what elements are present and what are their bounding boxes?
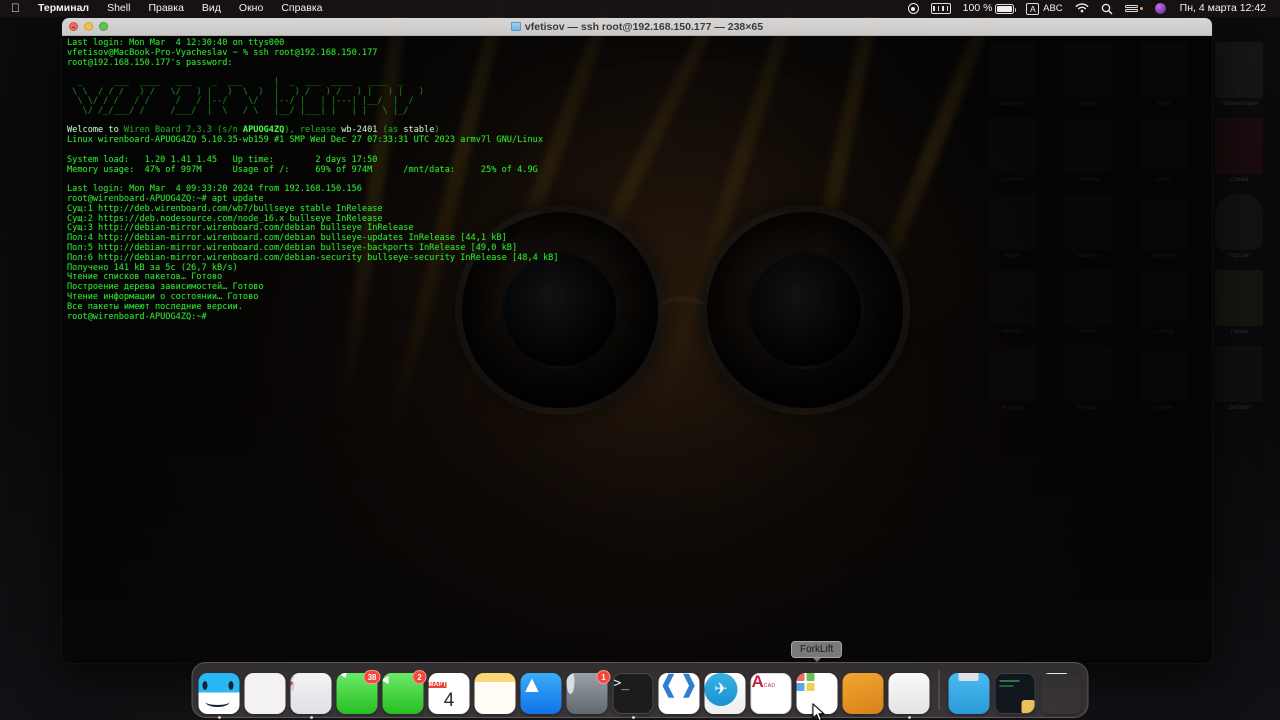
app-store-icon: ▲ bbox=[520, 673, 562, 714]
desktop-icon-thumb bbox=[1215, 270, 1264, 326]
desktop-icon[interactable]: Папка bbox=[1203, 266, 1277, 336]
dock-item-calendar[interactable]: МАРТ 4 bbox=[428, 673, 470, 714]
menu-item-view[interactable]: Вид bbox=[193, 0, 230, 17]
dock-item-downloads-folder[interactable] bbox=[948, 673, 990, 714]
desktop-icon-thumb bbox=[1215, 346, 1263, 402]
input-source-key: A bbox=[1026, 2, 1040, 15]
calendar-month: МАРТ bbox=[428, 682, 447, 688]
telegram-icon: ✈ bbox=[704, 673, 746, 714]
calendar-day: 4 bbox=[443, 690, 455, 711]
desktop-icon-label: Презентация bbox=[1220, 101, 1258, 107]
dock-item-app-store[interactable]: ▲ bbox=[520, 673, 562, 714]
input-source-label: ABC bbox=[1043, 3, 1063, 14]
desktop-icon[interactable]: Экспорт bbox=[1203, 342, 1277, 412]
dock-item-terminal[interactable]: >_ bbox=[612, 673, 654, 719]
window-titlebar[interactable]: vfetisov — ssh root@192.168.150.177 — 23… bbox=[62, 18, 1212, 36]
keyboard-icon[interactable] bbox=[925, 3, 957, 14]
trash-icon bbox=[1041, 673, 1082, 714]
dock-separator bbox=[938, 670, 940, 710]
control-center-icon[interactable] bbox=[1119, 4, 1149, 13]
terminal-proxy-icon bbox=[510, 22, 521, 31]
menu-item-window[interactable]: Окно bbox=[230, 0, 272, 17]
dock-item-trash[interactable] bbox=[1041, 673, 1082, 714]
minimized-window-thumbnail bbox=[994, 673, 1036, 714]
terminal-line: Получено 141 kB за 5с (26,7 kB/s) bbox=[67, 262, 238, 273]
menu-item-edit[interactable]: Правка bbox=[139, 0, 192, 17]
apple-icon[interactable]:  bbox=[6, 2, 29, 15]
search-icon[interactable] bbox=[1095, 3, 1119, 15]
settings-badge: 1 bbox=[596, 670, 611, 684]
dock-item-minimized-window[interactable] bbox=[994, 673, 1036, 714]
terminal-line: root@192.168.150.177's password: bbox=[67, 57, 233, 68]
dock-item-forklift[interactable] bbox=[842, 673, 884, 714]
desktop-icon-label: Схема bbox=[1229, 177, 1249, 183]
desktop-icon-label: Экспорт bbox=[1227, 405, 1251, 411]
desktop-icon[interactable]: Презентация bbox=[1203, 38, 1277, 108]
terminal-line: Пол:6 http://debian-mirror.wirenboard.co… bbox=[67, 252, 559, 263]
battery-percent-label: 100 % bbox=[962, 2, 993, 14]
desktop-icon-thumb bbox=[1215, 194, 1264, 250]
forklift-icon bbox=[842, 673, 884, 714]
terminal-line: root@wirenboard-APUOG4ZQ:~# bbox=[67, 311, 207, 322]
dock-item-facetime[interactable]: 2 bbox=[382, 670, 427, 714]
desktop-icon-label: Портрет bbox=[1227, 253, 1252, 259]
notes-icon bbox=[474, 673, 516, 714]
dock-item-a-cad[interactable]: ACAD bbox=[750, 673, 792, 714]
dock-item-telegram[interactable]: ✈ bbox=[704, 673, 746, 714]
dock-item-system-settings[interactable]: 1 bbox=[566, 670, 611, 714]
input-source-indicator[interactable]: A ABC bbox=[1020, 0, 1068, 17]
terminal-uname-line: Linux wirenboard-APUOG4ZQ 5.10.35-wb159 … bbox=[67, 135, 543, 146]
desktop-icon-thumb bbox=[1215, 42, 1264, 98]
dock-item-quicklook[interactable] bbox=[888, 673, 930, 719]
dock-item-notes[interactable] bbox=[474, 673, 516, 714]
dock-item-vs-code[interactable]: ❰❱ bbox=[658, 673, 700, 714]
window-title-text: vfetisov — ssh root@192.168.150.177 — 23… bbox=[524, 20, 764, 33]
desktop-icon-label: Папка bbox=[1230, 329, 1248, 335]
downloads-folder-icon bbox=[948, 673, 990, 714]
dock[interactable]: 38 2 МАРТ 4 ▲ 1 >_ ❰❱ ✈ ACAD bbox=[191, 662, 1089, 719]
launchpad-icon bbox=[244, 673, 286, 714]
zoom-button[interactable] bbox=[99, 22, 108, 31]
dock-item-launchpad[interactable] bbox=[244, 673, 286, 714]
desktop-icon-thumb bbox=[1215, 118, 1264, 174]
window-controls[interactable] bbox=[62, 22, 108, 31]
calendar-icon: МАРТ 4 bbox=[428, 673, 470, 714]
vs-code-icon: ❰❱ bbox=[658, 673, 700, 714]
terminal-window[interactable]: vfetisov — ssh root@192.168.150.177 — 23… bbox=[62, 18, 1212, 663]
dock-item-safari[interactable] bbox=[290, 673, 332, 719]
dock-tooltip: ForkLift bbox=[791, 641, 843, 662]
wirenboard-ascii-logo: _ ___ ____ ___ _ ___ | _ ___ ____ ____ _… bbox=[72, 77, 424, 116]
desktop-icon[interactable]: Схема bbox=[1203, 114, 1277, 184]
menu-item-app[interactable]: Терминал bbox=[29, 0, 98, 17]
safari-icon bbox=[290, 673, 332, 714]
terminal-icon: >_ bbox=[612, 673, 654, 714]
battery-icon[interactable] bbox=[995, 3, 1020, 14]
quicklook-icon bbox=[888, 673, 930, 714]
close-button[interactable] bbox=[69, 22, 78, 31]
record-icon[interactable] bbox=[902, 3, 925, 14]
siri-icon[interactable] bbox=[1149, 3, 1172, 14]
menu-item-shell[interactable]: Shell bbox=[98, 0, 139, 17]
menubar-clock[interactable]: Пн, 4 марта 12:42 bbox=[1172, 0, 1272, 17]
terminal-line: vfetisov@MacBook-Pro-Vyacheslav ~ % ssh … bbox=[67, 47, 378, 58]
terminal-line: Все пакеты имеют последние версии. bbox=[67, 301, 243, 312]
dock-item-finder[interactable] bbox=[198, 673, 240, 719]
dock-item-messages[interactable]: 38 bbox=[336, 670, 381, 714]
terminal-screen[interactable]: Last login: Mon Mar 4 12:30:40 on ttys00… bbox=[62, 36, 1212, 663]
facetime-badge: 2 bbox=[412, 670, 427, 684]
menu-bar:  Терминал Shell Правка Вид Окно Справка… bbox=[0, 0, 1280, 17]
window-title: vfetisov — ssh root@192.168.150.177 — 23… bbox=[62, 21, 1212, 33]
menu-item-help[interactable]: Справка bbox=[272, 0, 331, 17]
messages-badge: 38 bbox=[363, 670, 381, 684]
minimize-button[interactable] bbox=[84, 22, 93, 31]
desktop-icon[interactable]: Портрет bbox=[1203, 190, 1277, 260]
wifi-icon[interactable] bbox=[1069, 3, 1095, 14]
a-cad-icon: ACAD bbox=[750, 673, 792, 714]
terminal-stat-line: Memory usage: 47% of 997M Usage of /: 69… bbox=[67, 164, 538, 175]
finder-icon bbox=[198, 673, 240, 714]
